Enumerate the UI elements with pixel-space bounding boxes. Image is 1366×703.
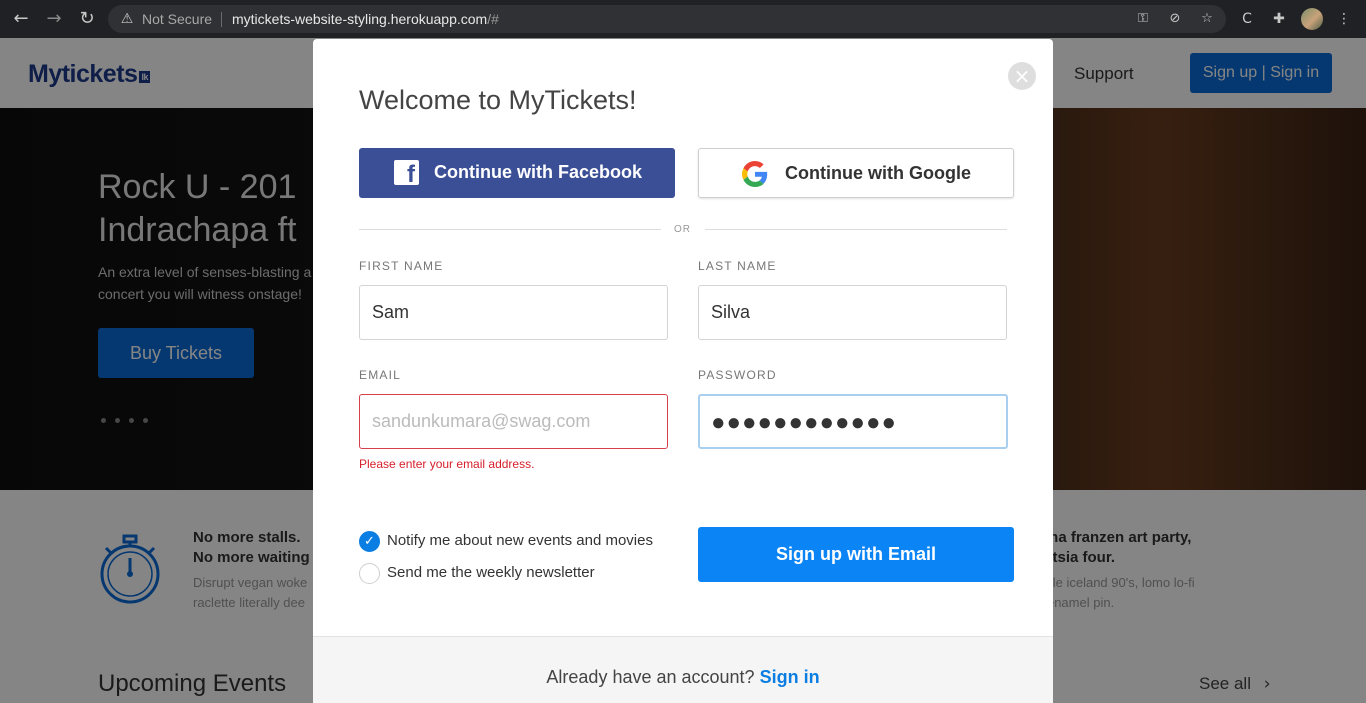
eye-off-icon[interactable]: ⊘	[1166, 11, 1184, 27]
footer-text: Already have an account? Sign in	[313, 667, 1053, 688]
sign-in-link[interactable]: Sign in	[760, 667, 820, 687]
url-text[interactable]: mytickets-website-styling.herokuapp.com/…	[232, 11, 499, 27]
close-icon[interactable]: ×	[1008, 62, 1036, 90]
facebook-button-label: Continue with Facebook	[434, 162, 643, 182]
url-host: mytickets-website-styling.herokuapp.com	[232, 11, 488, 27]
newsletter-label: Send me the weekly newsletter	[387, 564, 595, 581]
signup-modal: × Welcome to MyTickets! f Continue with …	[313, 39, 1053, 703]
last-name-label: LAST NAME	[698, 259, 777, 273]
google-button-label: Continue with Google	[785, 163, 971, 183]
newsletter-checkbox[interactable]	[359, 563, 380, 584]
continue-with-facebook-button[interactable]: f Continue with Facebook	[359, 148, 675, 198]
email-label: EMAIL	[359, 368, 402, 382]
first-name-label: FIRST NAME	[359, 259, 444, 273]
google-icon	[742, 161, 768, 187]
reload-icon[interactable]: ↻	[76, 8, 98, 30]
facebook-icon: f	[394, 160, 419, 185]
modal-footer: Already have an account? Sign in	[313, 636, 1053, 703]
email-error-message: Please enter your email address.	[359, 457, 535, 471]
email-field[interactable]: sandunkumara@swag.com	[359, 394, 668, 449]
sign-up-with-email-button[interactable]: Sign up with Email	[698, 527, 1014, 582]
footer-prompt: Already have an account?	[546, 667, 755, 687]
forward-icon[interactable]: →	[43, 8, 65, 30]
warning-icon[interactable]: ⚠	[118, 10, 136, 28]
last-name-field[interactable]: Silva	[698, 285, 1007, 340]
notify-label: Notify me about new events and movies	[387, 532, 653, 549]
modal-title: Welcome to MyTickets!	[359, 85, 637, 115]
first-name-field[interactable]: Sam	[359, 285, 668, 340]
address-separator	[221, 12, 222, 27]
notify-checkbox[interactable]: ✓	[359, 531, 380, 552]
menu-dots-icon[interactable]: ⋮	[1334, 9, 1354, 29]
notify-checkbox-row[interactable]: ✓ Notify me about new events and movies	[359, 531, 669, 553]
password-field[interactable]: ●●●●●●●●●●●●	[698, 394, 1008, 449]
password-label: PASSWORD	[698, 368, 777, 382]
star-icon[interactable]: ☆	[1198, 11, 1216, 27]
back-icon[interactable]: ←	[10, 8, 32, 30]
continue-with-google-button[interactable]: Continue with Google	[698, 148, 1014, 198]
key-icon[interactable]: ⚿	[1134, 11, 1152, 27]
security-label[interactable]: Not Secure	[142, 11, 212, 27]
newsletter-checkbox-row[interactable]: Send me the weekly newsletter	[359, 563, 669, 585]
extension-c-icon[interactable]: C	[1237, 9, 1257, 29]
puzzle-icon[interactable]: ✚	[1269, 9, 1289, 29]
divider-left	[359, 229, 661, 230]
divider-right	[705, 229, 1007, 230]
password-mask: ●●●●●●●●●●●●	[711, 409, 897, 436]
address-bar[interactable]: ⚠ Not Secure mytickets-website-styling.h…	[108, 5, 1226, 33]
profile-avatar[interactable]	[1301, 8, 1323, 30]
or-divider-text: OR	[674, 224, 691, 235]
browser-toolbar: ← → ↻ ⚠ Not Secure mytickets-website-sty…	[0, 0, 1366, 38]
url-path: /#	[487, 11, 499, 27]
